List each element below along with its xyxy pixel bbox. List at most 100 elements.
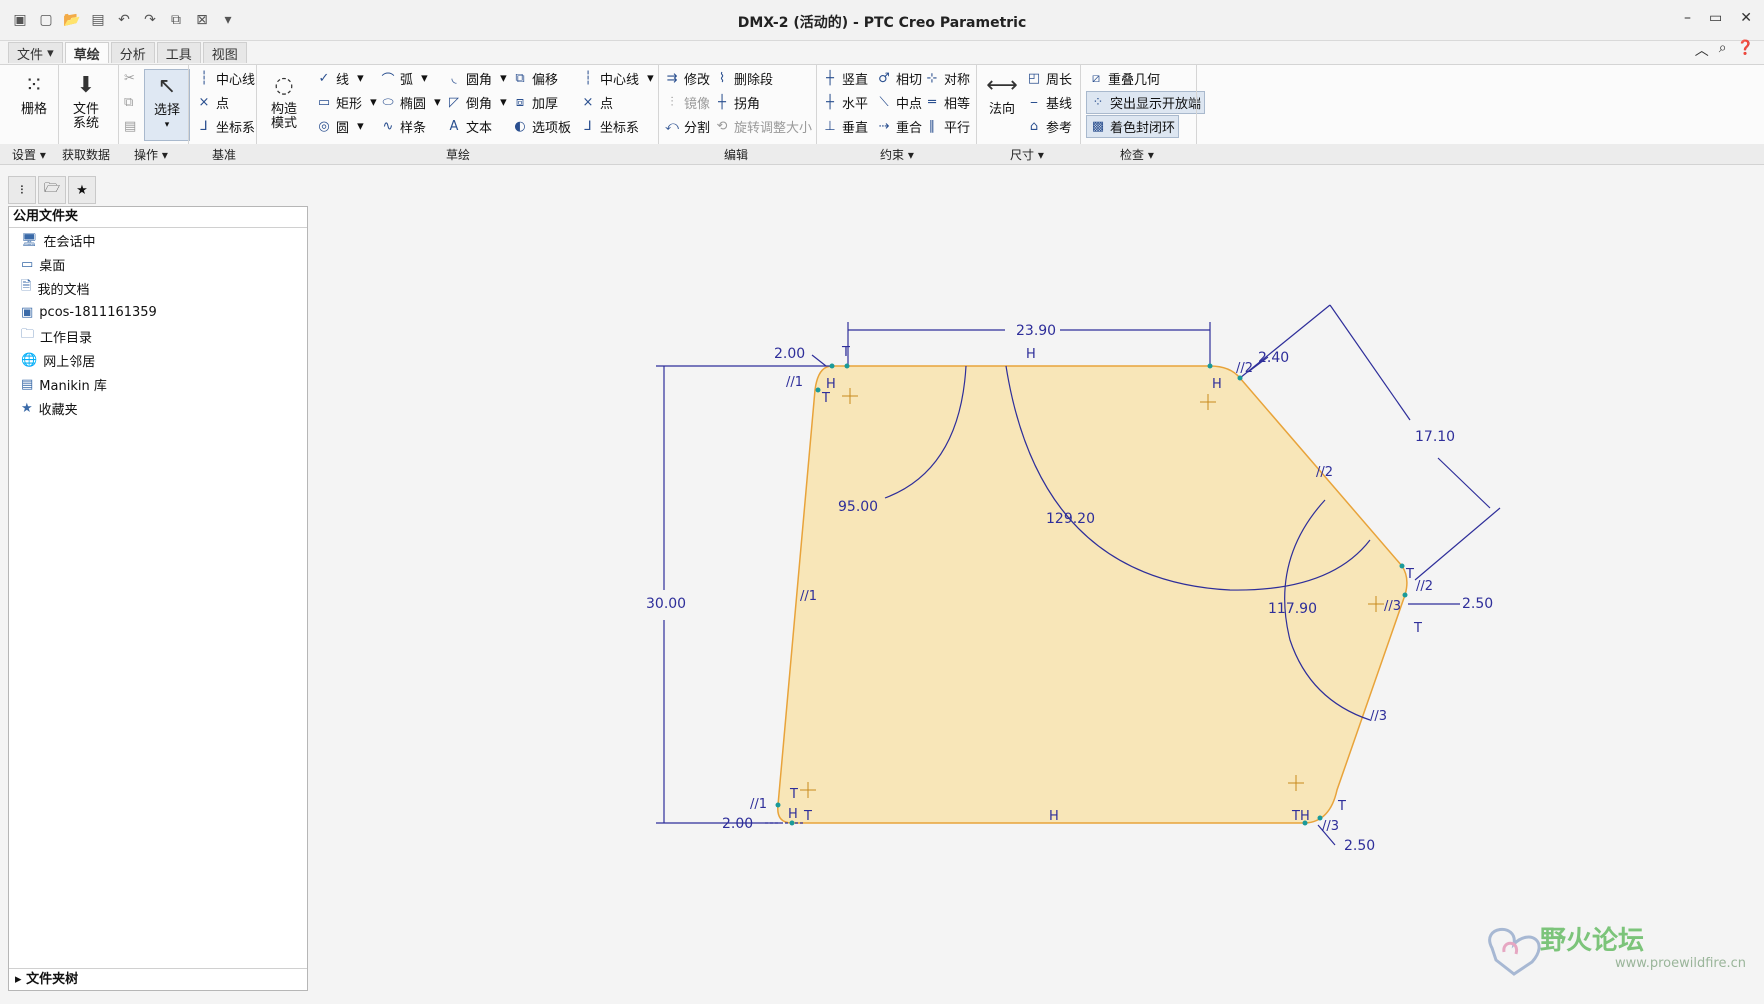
dim-angle2-value[interactable]: 129.20 <box>1046 511 1095 527</box>
vertex[interactable] <box>1237 375 1243 381</box>
construction-mode-button[interactable]: ◌ 构造模式 <box>262 69 306 139</box>
collapse-ribbon-icon[interactable]: ︿ <box>1695 40 1709 60</box>
maximize-icon[interactable]: ▭ <box>1709 10 1722 26</box>
navigator-item[interactable]: ▤ Manikin 库 <box>9 372 307 396</box>
dim-right-mid-value[interactable]: 2.50 <box>1462 596 1493 612</box>
dim-angle3-value[interactable]: 117.90 <box>1268 601 1317 617</box>
vertex[interactable] <box>844 363 850 369</box>
copy-icon[interactable]: ⧉ <box>124 95 133 110</box>
vertex[interactable] <box>775 802 781 808</box>
constraint-parallel-3: //3 <box>1370 709 1387 724</box>
datum-centerline-button[interactable]: ┆ 中心线 <box>196 69 255 88</box>
minimize-icon[interactable]: – <box>1684 10 1691 26</box>
tangent-constraint-button[interactable]: ♂ 相切 <box>876 69 922 88</box>
coincident-constraint-button[interactable]: ⇢ 重合 <box>876 117 922 136</box>
tab-tools[interactable]: 工具 <box>156 42 201 63</box>
line-button[interactable]: ✓ 线 ▾ <box>316 69 364 88</box>
navigator-item[interactable]: ▭ 桌面 <box>9 252 307 276</box>
navigator-item[interactable]: ▣ pcos-1811161359 <box>9 300 307 324</box>
vertex[interactable] <box>815 387 821 393</box>
corner-button[interactable]: ┼ 拐角 <box>714 93 760 112</box>
group-label-constrain[interactable]: 约束 ▾ <box>880 146 914 163</box>
navigator-item[interactable]: 🗀 工作目录 <box>9 324 307 348</box>
vertex[interactable] <box>1399 563 1405 569</box>
arc-button[interactable]: ⌒ 弧 ▾ <box>380 69 427 88</box>
symmetric-constraint-button[interactable]: ⊹ 对称 <box>924 69 970 88</box>
shade-closed-loops-button[interactable]: ▩ 着色封闭环 <box>1086 115 1180 138</box>
sketch-coordsys-button[interactable]: ⅃ 坐标系 <box>580 117 639 136</box>
tab-sketch[interactable]: 草绘 <box>64 42 109 63</box>
sketch-section[interactable] <box>777 365 1408 824</box>
perimeter-button[interactable]: ◰ 周长 <box>1026 69 1072 88</box>
file-system-button[interactable]: ⬇ 文件系统 <box>64 69 108 139</box>
navigator-item[interactable]: 🖥 在会话中 <box>9 228 307 252</box>
grid-button[interactable]: ⁙ 栅格 <box>12 69 56 139</box>
navigator-item[interactable]: 🌐 网上邻居 <box>9 348 307 372</box>
datum-coordsys-button[interactable]: ⅃ 坐标系 <box>196 117 255 136</box>
equal-constraint-button[interactable]: ═ 相等 <box>924 93 970 112</box>
midpoint-constraint-button[interactable]: ⟍ 中点 <box>876 93 922 112</box>
baseline-button[interactable]: ⎯ 基线 <box>1026 93 1072 112</box>
tab-file[interactable]: 文件 ▾ <box>8 42 63 63</box>
offset-button[interactable]: ⧉ 偏移 <box>512 69 558 88</box>
circle-button[interactable]: ◎ 圆 ▾ <box>316 117 363 136</box>
dim-bottom-left-value[interactable]: 2.00 <box>722 816 753 832</box>
datum-point-button[interactable]: × 点 <box>196 93 229 112</box>
folder-browser-tab-icon[interactable]: 🗁 <box>38 176 66 204</box>
vertex[interactable] <box>829 363 835 369</box>
rectangle-button[interactable]: ▭ 矩形 ▾ <box>316 93 377 112</box>
sketch-canvas[interactable]: 23.90 2.00 2.40 17.10 95.00 129.20 117.9… <box>308 166 1764 1001</box>
group-label-dimension[interactable]: 尺寸 ▾ <box>1010 146 1044 163</box>
tab-view[interactable]: 视图 <box>202 42 247 63</box>
spline-icon: ∿ <box>382 119 394 134</box>
ellipse-button[interactable]: ⬭ 椭圆 ▾ <box>380 93 440 112</box>
dim-bottom-right-value[interactable]: 2.50 <box>1344 838 1375 854</box>
monitor-icon: 🖥 <box>21 232 38 248</box>
navigator-item[interactable]: ★ 收藏夹 <box>9 396 307 420</box>
favorites-tab-icon[interactable]: ★ <box>68 176 96 204</box>
fillet-button[interactable]: ◟ 圆角 ▾ <box>446 69 506 88</box>
model-tree-tab-icon[interactable]: ⁝ <box>8 176 36 204</box>
group-label-inspect[interactable]: 检查 ▾ <box>1120 146 1154 163</box>
dim-height-value[interactable]: 30.00 <box>646 596 686 612</box>
thicken-button[interactable]: ⧈ 加厚 <box>512 93 558 112</box>
help-icon[interactable]: ❓ <box>1737 40 1754 60</box>
reference-button[interactable]: ⌂ 参考 <box>1026 117 1072 136</box>
mirror-button[interactable]: ⫶ 镜像 <box>664 93 710 112</box>
group-label-operations[interactable]: 操作 ▾ <box>134 146 168 163</box>
search-icon[interactable]: ⌕ <box>1719 40 1727 60</box>
close-icon[interactable]: ✕ <box>1740 10 1752 26</box>
parallel-constraint-button[interactable]: ∥ 平行 <box>924 117 970 136</box>
select-button[interactable]: ↖ 选择 ▾ <box>144 69 190 141</box>
sketch-centerline-button[interactable]: ┆ 中心线 ▾ <box>580 69 654 88</box>
text-button[interactable]: A 文本 <box>446 117 492 136</box>
fillet-icon: ◟ <box>451 71 457 86</box>
chamfer-button[interactable]: ◸ 倒角 ▾ <box>446 93 507 112</box>
vertex[interactable] <box>1402 592 1408 598</box>
spline-button[interactable]: ∿ 样条 <box>380 117 426 136</box>
dim-top-value[interactable]: 23.90 <box>1016 323 1056 339</box>
cut-icon[interactable]: ✂ <box>124 71 135 86</box>
paste-icon[interactable]: ▤ <box>124 119 136 134</box>
highlight-open-ends-button[interactable]: ⁘ 突出显示开放端 <box>1086 91 1206 114</box>
overlap-geometry-button[interactable]: ⧄ 重叠几何 <box>1088 69 1160 88</box>
navigator-item[interactable]: 🗎 我的文档 <box>9 276 307 300</box>
group-label-settings[interactable]: 设置 ▾ <box>12 146 46 163</box>
delete-segment-button[interactable]: ⌇ 删除段 <box>714 69 773 88</box>
folder-tree-toggle[interactable]: ▸ 文件夹树 <box>9 968 307 990</box>
modify-button[interactable]: ⇉ 修改 <box>664 69 710 88</box>
tab-analysis[interactable]: 分析 <box>110 42 155 63</box>
horizontal-constraint-button[interactable]: ┼ 水平 <box>822 93 868 112</box>
vertical-constraint-button[interactable]: ┼ 竖直 <box>822 69 868 88</box>
vertex[interactable] <box>1207 363 1213 369</box>
perpendicular-constraint-button[interactable]: ⊥ 垂直 <box>822 117 868 136</box>
palette-button[interactable]: ◐ 选项板 <box>512 117 571 136</box>
rotate-resize-button[interactable]: ⟲ 旋转调整大小 <box>714 117 812 136</box>
divide-button[interactable]: ⤺ 分割 <box>664 117 710 136</box>
dim-angle1-value[interactable]: 95.00 <box>838 499 878 515</box>
dim-right-top-value[interactable]: 2.40 <box>1258 350 1289 366</box>
normal-dimension-button[interactable]: ⟷ 法向 <box>980 69 1024 139</box>
sketch-point-button[interactable]: × 点 <box>580 93 613 112</box>
dim-left-fillet-value[interactable]: 2.00 <box>774 346 805 362</box>
dim-slant-value[interactable]: 17.10 <box>1415 429 1455 445</box>
